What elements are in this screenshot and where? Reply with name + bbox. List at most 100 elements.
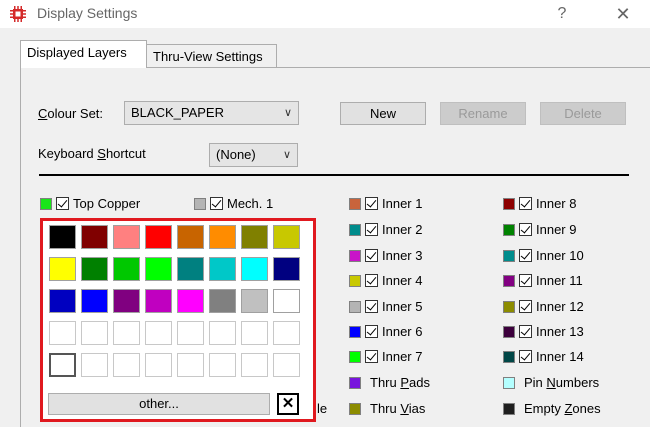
visibility-checkbox[interactable] [519,197,532,211]
visibility-checkbox[interactable] [519,325,532,339]
palette-colour-cell[interactable] [177,289,204,313]
layer-inner-14[interactable]: Inner 14 [503,346,584,366]
layer-inner-12[interactable]: Inner 12 [503,296,584,316]
palette-custom-cell[interactable] [209,321,236,345]
color-swatch[interactable] [503,376,515,389]
palette-colour-cell[interactable] [49,257,76,281]
palette-colour-cell[interactable] [273,257,300,281]
palette-custom-cell[interactable] [177,353,204,377]
color-swatch[interactable] [349,274,361,287]
palette-custom-cell[interactable] [49,353,76,377]
layer-inner-5[interactable]: Inner 5 [349,296,422,316]
palette-custom-cell[interactable] [241,353,268,377]
color-swatch[interactable] [349,223,361,236]
visibility-checkbox[interactable] [365,197,378,211]
palette-custom-cell[interactable] [49,321,76,345]
layer-mech-1[interactable]: Mech. 1 [194,193,273,213]
color-swatch[interactable] [349,249,361,262]
palette-colour-cell[interactable] [81,257,108,281]
color-swatch[interactable] [503,197,515,210]
new-button[interactable]: New [340,102,426,125]
layer-pin-numbers[interactable]: Pin Numbers [503,372,599,392]
color-swatch[interactable] [503,274,515,287]
palette-colour-cell[interactable] [273,289,300,313]
other-colour-button[interactable]: other... [48,393,270,415]
visibility-checkbox[interactable] [519,223,532,237]
keyboard-shortcut-dropdown[interactable]: (None) ∨ [209,143,298,167]
visibility-checkbox[interactable] [56,197,69,211]
color-swatch[interactable] [349,325,361,338]
visibility-checkbox[interactable] [519,300,532,314]
palette-colour-cell[interactable] [241,257,268,281]
color-swatch[interactable] [349,402,361,415]
color-swatch[interactable] [349,376,361,389]
palette-colour-cell[interactable] [113,289,140,313]
close-window-button[interactable]: ✕ [609,3,637,25]
palette-custom-cell[interactable] [273,321,300,345]
layer-inner-9[interactable]: Inner 9 [503,219,576,239]
color-swatch[interactable] [349,350,361,363]
palette-colour-cell[interactable] [209,289,236,313]
color-swatch[interactable] [503,223,515,236]
color-swatch[interactable] [349,197,361,210]
tab-displayed-layers[interactable]: Displayed Layers [20,40,147,68]
palette-colour-cell[interactable] [81,289,108,313]
color-swatch[interactable] [40,197,52,210]
rename-button[interactable]: Rename [440,102,526,125]
color-swatch[interactable] [503,402,515,415]
palette-colour-cell[interactable] [145,289,172,313]
visibility-checkbox[interactable] [365,249,378,263]
layer-inner-6[interactable]: Inner 6 [349,321,422,341]
layer-thru-pads[interactable]: Thru Pads [349,372,430,392]
palette-colour-cell[interactable] [145,257,172,281]
palette-custom-cell[interactable] [209,353,236,377]
layer-inner-7[interactable]: Inner 7 [349,346,422,366]
layer-inner-3[interactable]: Inner 3 [349,245,422,265]
palette-custom-cell[interactable] [145,321,172,345]
visibility-checkbox[interactable] [365,274,378,288]
palette-colour-cell[interactable] [113,225,140,249]
palette-colour-cell[interactable] [113,257,140,281]
visibility-checkbox[interactable] [519,274,532,288]
help-button[interactable]: ? [548,3,576,25]
visibility-checkbox[interactable] [519,249,532,263]
palette-custom-cell[interactable] [113,353,140,377]
layer-top-copper[interactable]: Top Copper [40,193,140,213]
color-swatch[interactable] [349,300,361,313]
palette-custom-cell[interactable] [273,353,300,377]
palette-custom-cell[interactable] [113,321,140,345]
palette-colour-cell[interactable] [81,225,108,249]
palette-colour-cell[interactable] [241,225,268,249]
palette-custom-cell[interactable] [81,353,108,377]
visibility-checkbox[interactable] [365,300,378,314]
color-swatch[interactable] [194,197,206,210]
layer-inner-10[interactable]: Inner 10 [503,245,584,265]
color-swatch[interactable] [503,350,515,363]
layer-inner-8[interactable]: Inner 8 [503,193,576,213]
colour-set-dropdown[interactable]: BLACK_PAPER ∨ [124,101,299,125]
palette-colour-cell[interactable] [49,289,76,313]
layer-inner-2[interactable]: Inner 2 [349,219,422,239]
color-swatch[interactable] [503,300,515,313]
visibility-checkbox[interactable] [365,223,378,237]
visibility-checkbox[interactable] [210,197,223,211]
delete-button[interactable]: Delete [540,102,626,125]
color-swatch[interactable] [503,325,515,338]
layer-inner-1[interactable]: Inner 1 [349,193,422,213]
palette-colour-cell[interactable] [49,225,76,249]
layer-empty-zones[interactable]: Empty Zones [503,398,601,418]
palette-custom-cell[interactable] [145,353,172,377]
palette-colour-cell[interactable] [209,257,236,281]
close-palette-button[interactable]: ✕ [277,393,299,415]
palette-custom-cell[interactable] [177,321,204,345]
layer-inner-4[interactable]: Inner 4 [349,270,422,290]
tab-thru-view-settings[interactable]: Thru-View Settings [146,44,277,68]
palette-colour-cell[interactable] [241,289,268,313]
visibility-checkbox[interactable] [365,325,378,339]
layer-inner-11[interactable]: Inner 11 [503,270,583,290]
palette-colour-cell[interactable] [145,225,172,249]
layer-inner-13[interactable]: Inner 13 [503,321,584,341]
palette-colour-cell[interactable] [273,225,300,249]
palette-colour-cell[interactable] [209,225,236,249]
palette-custom-cell[interactable] [81,321,108,345]
